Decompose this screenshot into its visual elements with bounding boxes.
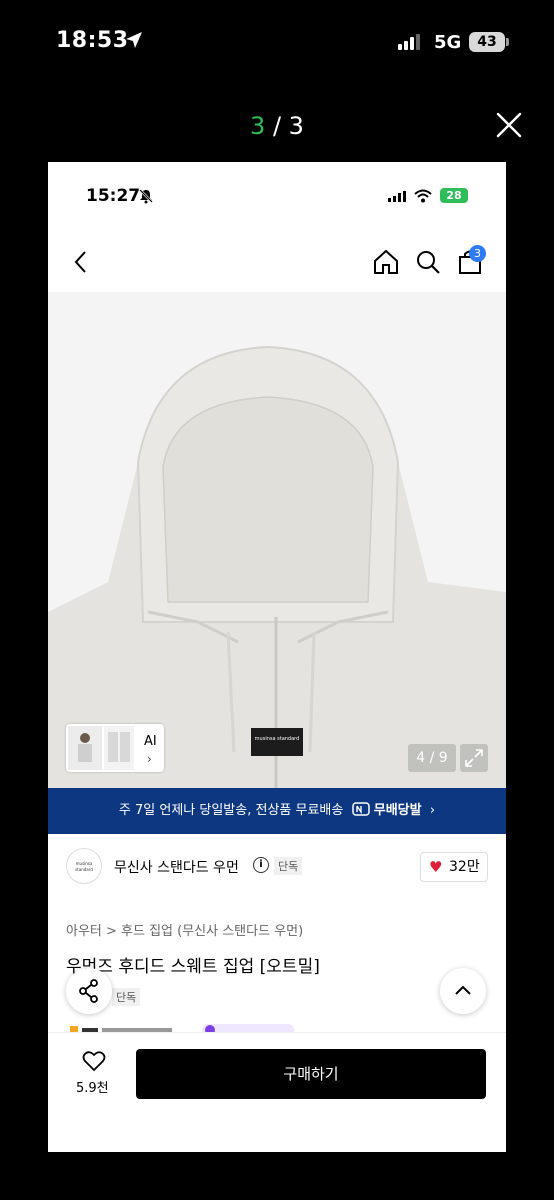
share-button[interactable] xyxy=(66,968,112,1014)
scroll-top-button[interactable] xyxy=(440,968,486,1014)
product-image[interactable]: musinsa standard xyxy=(48,292,506,788)
brand-logo[interactable]: musinsa standard xyxy=(66,848,102,884)
battery-icon: 43 xyxy=(469,32,505,52)
info-icon[interactable]: i xyxy=(253,857,269,873)
outer-time: 18:53 xyxy=(56,28,129,53)
counter-separator: / xyxy=(265,112,289,140)
image-page-counter: 3 / 3 xyxy=(0,112,554,140)
signal-icon xyxy=(388,191,406,202)
counter-total: 3 xyxy=(288,112,304,140)
battery-icon: 28 xyxy=(440,188,468,203)
exclusive-badge: 단독 xyxy=(274,857,303,875)
exclusive-tag: 단독 xyxy=(112,988,141,1006)
banner-text: 주 7일 언제나 당일발송, 전상품 무료배송 xyxy=(118,803,344,818)
buy-button[interactable]: 구매하기 xyxy=(136,1049,486,1099)
signal-icon xyxy=(398,34,420,50)
brand-like-count: 32만 xyxy=(449,859,480,875)
cart-count-badge: 3 xyxy=(469,245,486,262)
inner-screenshot: 15:27 28 3 musinsa standard AI › 4 / 9 주… xyxy=(48,162,506,1152)
thumbnail-images xyxy=(68,726,134,770)
search-icon[interactable] xyxy=(414,248,442,276)
heart-icon: ♥ xyxy=(429,858,443,876)
outer-status-bar: 18:53 5G 43 xyxy=(0,0,554,84)
share-icon xyxy=(79,979,98,1003)
brand-name[interactable]: 무신사 스탠다드 우먼 xyxy=(114,857,239,877)
chevron-up-icon xyxy=(455,985,471,995)
heart-outline-icon[interactable] xyxy=(82,1050,106,1072)
banner-service: 무배당발 xyxy=(373,803,422,818)
bottom-action-bar: 5.9천 구매하기 xyxy=(48,1032,506,1152)
wish-count: 5.9천 xyxy=(76,1081,109,1096)
brand-like-button[interactable]: ♥ 32만 xyxy=(420,852,488,882)
inner-time: 15:27 xyxy=(86,186,141,206)
wifi-icon xyxy=(414,189,432,203)
ai-label: AI xyxy=(144,734,157,749)
breadcrumb[interactable]: 아우터 > 후드 집업 (무신사 스탠다드 우먼) xyxy=(66,920,303,939)
counter-current: 3 xyxy=(250,112,266,140)
image-counter: 4 / 9 xyxy=(408,744,456,772)
collar-label: musinsa standard xyxy=(255,736,300,742)
delivery-banner[interactable]: 주 7일 언제나 당일발송, 전상품 무료배송 무배당발 › xyxy=(48,788,506,834)
network-label: 5G xyxy=(434,32,462,53)
chevron-right-icon: › xyxy=(429,803,436,818)
home-icon[interactable] xyxy=(372,248,400,276)
battery-cap xyxy=(506,38,509,46)
location-arrow-icon xyxy=(126,32,142,48)
back-icon[interactable] xyxy=(74,250,88,274)
bell-slash-icon xyxy=(139,189,153,204)
expand-icon[interactable] xyxy=(460,744,488,772)
chevron-right-icon: › xyxy=(147,752,152,766)
close-icon[interactable] xyxy=(492,108,526,142)
delivery-icon xyxy=(351,802,370,816)
